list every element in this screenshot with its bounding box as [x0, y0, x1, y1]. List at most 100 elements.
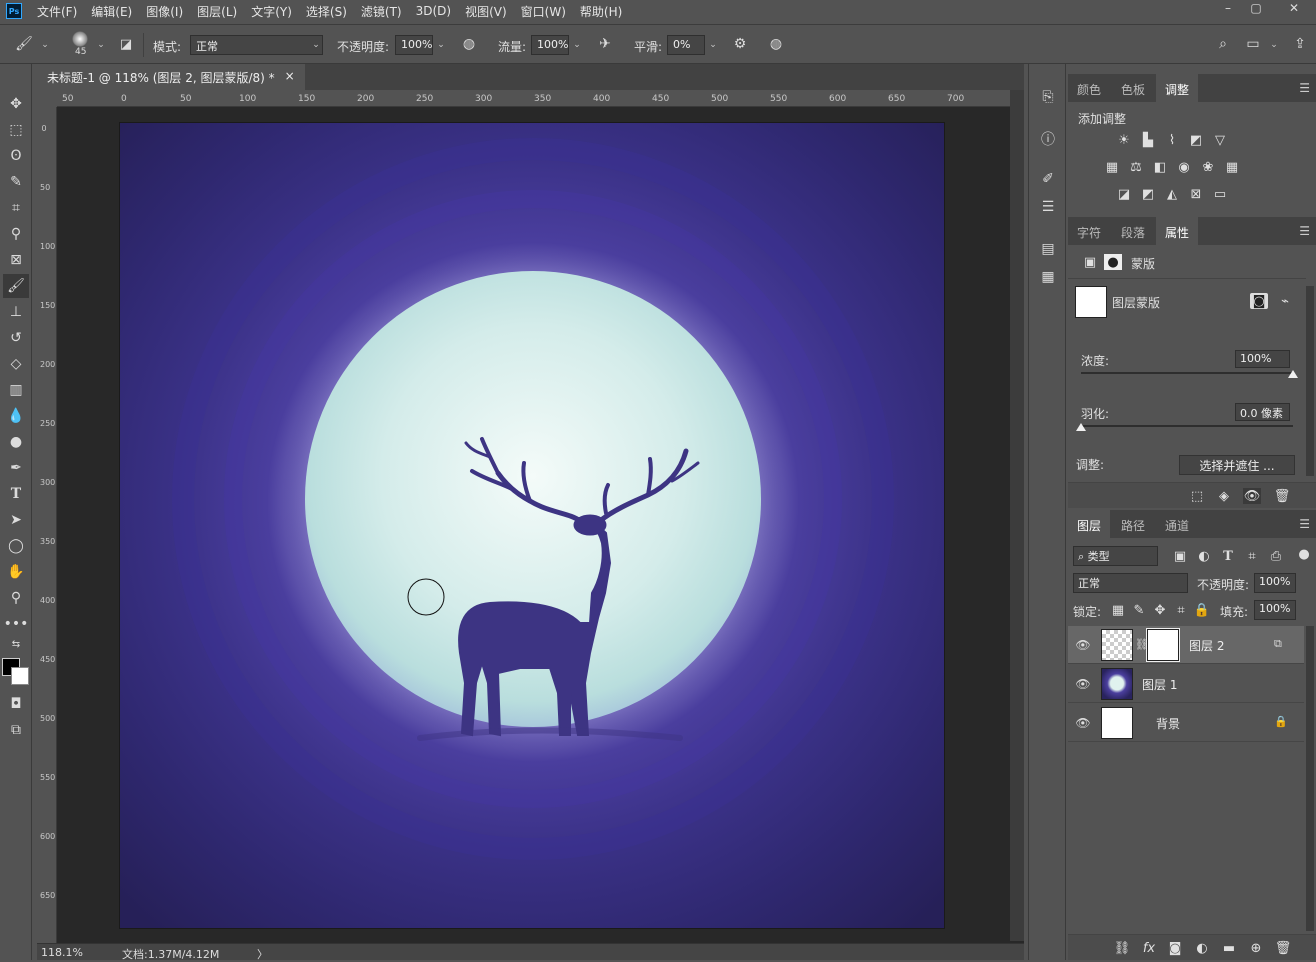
posterize-icon[interactable]: ◩ — [1139, 186, 1157, 202]
channel-mixer-icon[interactable]: ❀ — [1199, 159, 1217, 175]
threshold-icon[interactable]: ◭ — [1163, 186, 1181, 202]
smoothing-input[interactable]: 0% — [667, 35, 705, 55]
path-select-tool-icon[interactable]: ➤ — [3, 508, 29, 532]
clone-stamp-tool-icon[interactable]: ⊥ — [3, 300, 29, 324]
menu-3d[interactable]: 3D(D) — [409, 4, 458, 18]
invert-icon[interactable]: ◪ — [1115, 186, 1133, 202]
frame-tool-icon[interactable]: ⊠ — [3, 248, 29, 272]
eyedropper-tool-icon[interactable]: ⚲ — [3, 222, 29, 246]
layer-row[interactable]: 👁 图层 1 — [1068, 665, 1304, 703]
visibility-eye-icon[interactable]: 👁 — [1075, 676, 1091, 692]
horizontal-ruler[interactable]: 50 0 50 100 150 200 250 300 350 400 450 … — [57, 90, 1024, 107]
selective-color-icon[interactable]: ⊠ — [1187, 186, 1205, 202]
screen-mode-icon[interactable]: ⧉ — [3, 718, 29, 742]
levels-icon[interactable]: ▙ — [1139, 132, 1157, 148]
brush-settings-icon[interactable]: ✐ — [1037, 168, 1059, 190]
gradient-tool-icon[interactable]: ▥ — [3, 378, 29, 402]
tab-properties[interactable]: 属性 — [1156, 217, 1199, 245]
flow-dropdown[interactable]: ⌄ — [570, 35, 584, 55]
lasso-tool-icon[interactable]: ʘ — [3, 144, 29, 168]
lock-transparent-icon[interactable]: ▦ — [1109, 602, 1127, 618]
history-brush-tool-icon[interactable]: ↺ — [3, 326, 29, 350]
density-input[interactable]: 100% — [1235, 350, 1290, 368]
quick-select-tool-icon[interactable]: ✎ — [3, 170, 29, 194]
gear-icon[interactable]: ⚙ — [730, 34, 750, 54]
layer-name[interactable]: 背景 — [1156, 715, 1180, 732]
layer-filter-select[interactable]: ⌕ 类型 — [1073, 546, 1158, 566]
brightness-icon[interactable]: ☀ — [1115, 132, 1133, 148]
airbrush-icon[interactable]: ✈ — [595, 34, 615, 54]
black-white-icon[interactable]: ◧ — [1151, 159, 1169, 175]
history-icon[interactable]: ⎘ — [1037, 86, 1059, 108]
visibility-eye-icon[interactable]: 👁 — [1075, 715, 1091, 731]
swap-colors-icon[interactable]: ⇆ — [3, 636, 29, 652]
curves-icon[interactable]: ⌇ — [1163, 132, 1181, 148]
color-balance-icon[interactable]: ⚖ — [1127, 159, 1145, 175]
load-selection-icon[interactable]: ⬚ — [1188, 488, 1206, 504]
smoothing-dropdown[interactable]: ⌄ — [706, 35, 720, 55]
exposure-icon[interactable]: ◩ — [1187, 132, 1205, 148]
select-and-mask-button[interactable]: 选择并遮住 ... — [1179, 455, 1295, 475]
menu-help[interactable]: 帮助(H) — [573, 3, 629, 20]
trash-icon[interactable]: 🗑 — [1274, 940, 1292, 956]
lock-all-icon[interactable]: 🔒 — [1193, 602, 1211, 618]
menu-image[interactable]: 图像(I) — [139, 3, 190, 20]
tab-paragraph[interactable]: 段落 — [1112, 217, 1154, 245]
move-tool-icon[interactable]: ✥ — [3, 92, 29, 116]
eraser-tool-icon[interactable]: ◇ — [3, 352, 29, 376]
tool-preset-dropdown[interactable]: ⌄ — [38, 35, 52, 55]
pressure-size-icon[interactable]: ◍ — [766, 34, 786, 54]
color-swatches[interactable] — [2, 658, 30, 686]
brush-tool-icon[interactable]: 🖌 — [14, 34, 34, 54]
feather-input[interactable]: 0.0 像素 — [1235, 403, 1290, 421]
fill-input[interactable]: 100% — [1254, 600, 1296, 620]
menu-type[interactable]: 文字(Y) — [244, 3, 299, 20]
vertical-ruler[interactable]: 0 50 100 150 200 250 300 350 400 450 500… — [37, 107, 57, 947]
search-icon[interactable]: ⌕ — [1213, 34, 1233, 54]
density-slider-thumb[interactable] — [1288, 370, 1298, 378]
canvas-vertical-scrollbar[interactable] — [1010, 90, 1024, 941]
lock-position-icon[interactable]: ✥ — [1151, 602, 1169, 618]
feather-slider-thumb[interactable] — [1076, 423, 1086, 431]
photo-filter-icon[interactable]: ◉ — [1175, 159, 1193, 175]
tab-swatches[interactable]: 色板 — [1112, 74, 1154, 102]
menu-layer[interactable]: 图层(L) — [190, 3, 244, 20]
properties-scrollbar[interactable] — [1306, 286, 1314, 476]
filter-adjustment-icon[interactable]: ◐ — [1195, 548, 1213, 564]
more-tools-icon[interactable]: ••• — [3, 612, 29, 636]
color-lookup-icon[interactable]: ▦ — [1223, 159, 1241, 175]
menu-view[interactable]: 视图(V) — [458, 3, 514, 20]
crop-tool-icon[interactable]: ⌗ — [3, 196, 29, 220]
filter-smart-object-icon[interactable]: ⎙ — [1267, 548, 1285, 564]
vibrance-icon[interactable]: ▽ — [1211, 132, 1229, 148]
blur-tool-icon[interactable]: 💧 — [3, 404, 29, 428]
type-tool-icon[interactable]: T — [3, 482, 29, 506]
info-icon[interactable]: ⓘ — [1037, 128, 1059, 150]
pressure-opacity-icon[interactable]: ◍ — [459, 34, 479, 54]
filter-shape-icon[interactable]: ⌗ — [1243, 548, 1261, 564]
opacity-dropdown[interactable]: ⌄ — [434, 35, 448, 55]
pixel-mask-icon[interactable]: ▣ — [1081, 254, 1099, 270]
mode-select[interactable]: 正常 — [190, 35, 323, 55]
brush-panel-toggle-icon[interactable]: ◪ — [116, 34, 136, 54]
layer-name[interactable]: 图层 1 — [1142, 676, 1177, 693]
workspace-icon[interactable]: ▭ — [1243, 34, 1263, 54]
workspace-dropdown[interactable]: ⌄ — [1267, 35, 1281, 55]
ellipse-tool-icon[interactable]: ◯ — [3, 534, 29, 558]
layer-row[interactable]: 👁 背景 🔒 — [1068, 704, 1304, 742]
hand-tool-icon[interactable]: ✋ — [3, 560, 29, 584]
new-adjustment-layer-icon[interactable]: ◐ — [1193, 940, 1211, 956]
trash-icon[interactable]: 🗑 — [1273, 488, 1291, 504]
menu-select[interactable]: 选择(S) — [299, 3, 354, 20]
lock-pixels-icon[interactable]: ✎ — [1130, 602, 1148, 618]
fx-icon[interactable]: fx — [1140, 940, 1158, 956]
close-tab-icon[interactable]: × — [285, 69, 295, 85]
quick-mask-icon[interactable]: ◘ — [3, 692, 29, 716]
layer-opacity-input[interactable]: 100% — [1254, 573, 1296, 593]
add-mask-icon[interactable]: ◙ — [1166, 940, 1184, 956]
folder-icon[interactable]: ▬ — [1220, 940, 1238, 956]
gradient-map-icon[interactable]: ▭ — [1211, 186, 1229, 202]
adjust-sliders-icon[interactable]: ☰ — [1037, 196, 1059, 218]
density-slider-track[interactable] — [1081, 372, 1293, 374]
marquee-tool-icon[interactable]: ⬚ — [3, 118, 29, 142]
